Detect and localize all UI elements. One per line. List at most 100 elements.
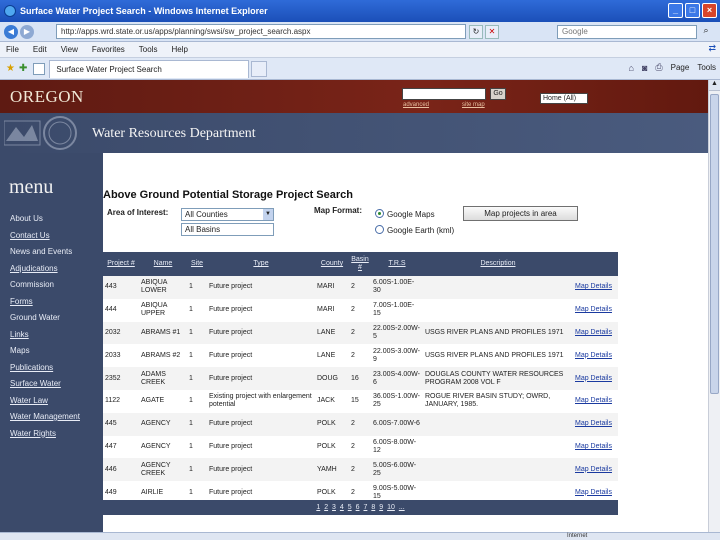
scroll-thumb[interactable] — [710, 94, 719, 394]
col-trs[interactable]: T.R.S — [371, 252, 423, 276]
basin-select[interactable]: All Basins — [181, 223, 274, 236]
google-earth-radio[interactable] — [375, 225, 384, 234]
forward-button[interactable]: ▶ — [20, 24, 34, 39]
stop-icon[interactable]: ✕ — [485, 24, 499, 39]
page-link[interactable]: 10 — [387, 504, 395, 511]
window-controls: _ □ × — [668, 3, 717, 18]
sidebar-item-publications[interactable]: Publications — [10, 360, 80, 377]
map-projects-button[interactable]: Map projects in area — [463, 206, 578, 221]
vertical-scrollbar[interactable]: ▲ — [708, 80, 720, 532]
sidebar-item-water-rights[interactable]: Water Rights — [10, 426, 80, 443]
col-type[interactable]: Type — [207, 252, 315, 276]
oregon-logo[interactable]: OREGON — [10, 87, 84, 107]
sidebar-item-about-us[interactable]: About Us — [10, 211, 80, 228]
page-link[interactable]: 8 — [371, 504, 375, 511]
cell-description: DOUGLAS COUNTY WATER RESOURCES PROGRAM 2… — [425, 370, 564, 386]
sidebar-item-ground-water[interactable]: Ground Water — [10, 310, 80, 327]
print-icon[interactable]: ⎙ — [655, 62, 662, 73]
sidebar-item-maps[interactable]: Maps — [10, 343, 80, 360]
col-site[interactable]: Site — [187, 252, 207, 276]
page-link-more[interactable]: ... — [399, 504, 405, 511]
cell-type: Future project — [209, 283, 253, 291]
link-icon[interactable]: ⇄ — [708, 43, 716, 54]
menu-view[interactable]: View — [61, 45, 78, 54]
search-scope-select[interactable]: Home (All) — [540, 93, 588, 104]
page-link[interactable]: 4 — [340, 504, 344, 511]
menu-file[interactable]: File — [6, 45, 19, 54]
cell-description — [423, 276, 573, 299]
col-project[interactable]: Project # — [103, 252, 139, 276]
cell-project: 446 — [105, 465, 117, 473]
chevron-down-icon[interactable]: ▼ — [263, 209, 273, 220]
menu-tools[interactable]: Tools — [139, 45, 158, 54]
close-window-button[interactable]: × — [702, 3, 717, 18]
maximize-button[interactable]: □ — [685, 3, 700, 18]
site-search-go-button[interactable]: Go — [490, 88, 506, 100]
sidebar-item-water-law[interactable]: Water Law — [10, 393, 80, 410]
sidebar-item-surface-water[interactable]: Surface Water — [10, 376, 80, 393]
page-menu[interactable]: Page — [671, 63, 690, 72]
map-details-link[interactable]: Map Details — [573, 413, 618, 436]
sidebar-item-contact-us[interactable]: Contact Us — [10, 228, 80, 245]
scroll-up-arrow-icon[interactable]: ▲ — [709, 80, 720, 91]
page-link[interactable]: 6 — [356, 504, 360, 511]
internet-explorer-icon — [4, 5, 16, 17]
cell-description — [423, 413, 573, 436]
menu-help[interactable]: Help — [171, 45, 187, 54]
page-link[interactable]: 7 — [363, 504, 367, 511]
map-details-link[interactable]: Map Details — [573, 458, 618, 481]
refresh-icon[interactable]: ↻ — [469, 24, 483, 39]
cell-county: LANE — [317, 328, 336, 336]
sidebar-item-news-events[interactable]: News and Events — [10, 244, 80, 261]
col-basin[interactable]: Basin # — [349, 252, 371, 276]
map-details-link[interactable]: Map Details — [573, 276, 618, 299]
add-favorite-icon[interactable]: ✚ — [19, 63, 27, 74]
tab-surface-water[interactable]: Surface Water Project Search — [49, 59, 250, 78]
col-name[interactable]: Name — [139, 252, 187, 276]
cell-county: POLK — [317, 420, 336, 428]
map-details-link[interactable]: Map Details — [573, 367, 618, 390]
back-button[interactable]: ◀ — [4, 24, 18, 39]
map-details-link[interactable]: Map Details — [573, 436, 618, 459]
table-row: 2352 ADAMS CREEK 1 Future project DOUG 1… — [103, 367, 618, 390]
favorites-star-icon[interactable]: ★ — [6, 63, 15, 74]
cell-project: 2352 — [105, 374, 121, 382]
page-link[interactable]: 1 — [316, 504, 320, 511]
menu-favorites[interactable]: Favorites — [92, 45, 125, 54]
cell-project: 2032 — [105, 328, 121, 336]
url-field[interactable]: http://apps.wrd.state.or.us/apps/plannin… — [56, 24, 466, 39]
sidebar-item-commission[interactable]: Commission — [10, 277, 80, 294]
cell-trs: 5.00S-6.00W-25 — [373, 461, 417, 477]
map-details-link[interactable]: Map Details — [573, 322, 618, 345]
minimize-button[interactable]: _ — [668, 3, 683, 18]
menu-edit[interactable]: Edit — [33, 45, 47, 54]
advanced-search-link[interactable]: advanced — [403, 102, 429, 108]
sidebar-item-water-management[interactable]: Water Management — [10, 409, 80, 426]
map-details-link[interactable]: Map Details — [573, 390, 618, 413]
feeds-icon[interactable]: ◙ — [642, 63, 647, 73]
county-select[interactable]: All Counties ▼ — [181, 208, 274, 221]
col-county[interactable]: County — [315, 252, 349, 276]
page-link[interactable]: 5 — [348, 504, 352, 511]
page-link[interactable]: 3 — [332, 504, 336, 511]
browser-search-icon[interactable]: ⌕ — [699, 25, 713, 39]
cell-site: 1 — [189, 374, 193, 382]
page-link[interactable]: 9 — [379, 504, 383, 511]
site-map-link[interactable]: site map — [462, 102, 485, 108]
browser-search-input[interactable]: Google — [557, 25, 697, 39]
sidebar-item-forms[interactable]: Forms — [10, 294, 80, 311]
google-maps-radio[interactable] — [375, 209, 384, 218]
map-details-link[interactable]: Map Details — [573, 299, 618, 322]
page-link[interactable]: 2 — [324, 504, 328, 511]
sidebar-item-adjudications[interactable]: Adjudications — [10, 261, 80, 278]
sidebar-item-links[interactable]: Links — [10, 327, 80, 344]
map-details-link[interactable]: Map Details — [573, 344, 618, 367]
tools-menu[interactable]: Tools — [697, 63, 716, 72]
home-icon[interactable]: ⌂ — [629, 63, 634, 73]
col-description[interactable]: Description — [423, 252, 573, 276]
cell-basin: 2 — [351, 420, 355, 428]
site-search-input[interactable] — [402, 88, 486, 100]
county-select-value: All Counties — [185, 210, 228, 219]
quick-tabs-icon[interactable] — [33, 62, 46, 75]
new-tab-button[interactable] — [251, 60, 268, 77]
